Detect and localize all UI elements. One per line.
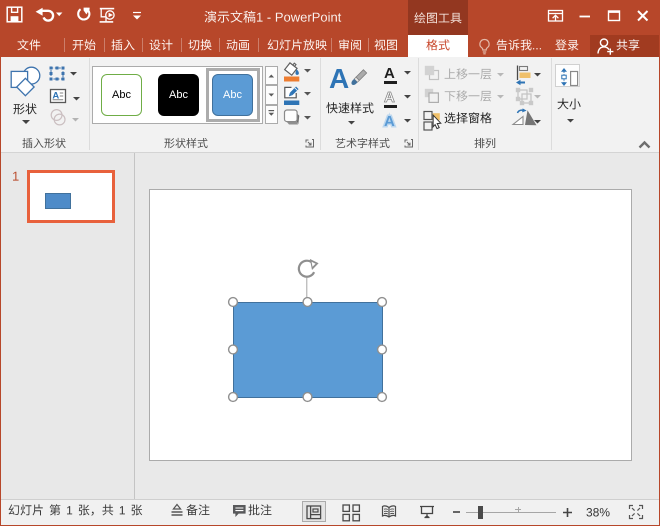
svg-text:A: A: [384, 113, 395, 130]
svg-text:A: A: [384, 89, 395, 106]
svg-text:A: A: [384, 65, 395, 82]
